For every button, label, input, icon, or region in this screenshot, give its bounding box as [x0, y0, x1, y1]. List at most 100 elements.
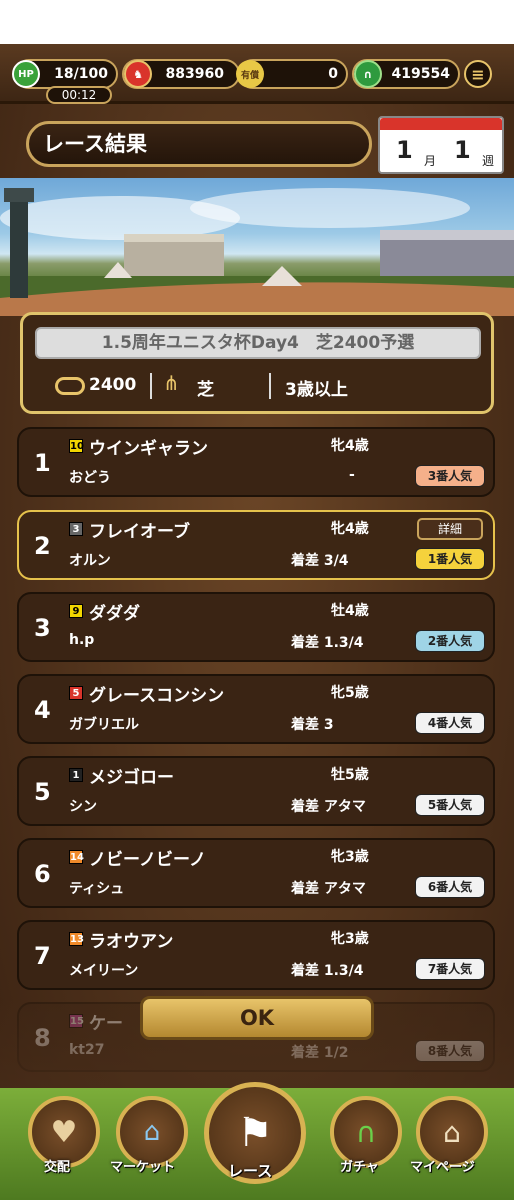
gate-number: 3 [69, 522, 83, 536]
horseshoe-coin-icon: ∩ [354, 60, 382, 88]
hp-icon[interactable]: HP [12, 60, 40, 88]
sex-age: 牝3歳 [331, 931, 369, 947]
calendar-week-unit: 週 [482, 154, 495, 168]
bottom-nav: ♥ 交配 ⌂ マーケット ⚑ レース ∩ ガチャ ⌂ マイページ [0, 1082, 514, 1200]
home-icon: ⌂ [443, 1115, 461, 1149]
rank: 1 [34, 449, 51, 477]
popularity-badge: 5番人気 [415, 794, 485, 816]
horse-name: フレイオーブ [89, 522, 190, 542]
owner-name: メイリーン [69, 963, 139, 979]
coin-value: 419554 [391, 66, 450, 82]
finish-margin: 着差 1.3/4 [291, 963, 364, 979]
finish-margin: 着差 アタマ [291, 799, 366, 815]
horse-name: グレースコンシン [89, 686, 225, 706]
gate-number: 13 [69, 932, 84, 946]
timer-value: 00:12 [61, 88, 97, 102]
owner-name: オルン [69, 553, 111, 569]
calendar-month-unit: 月 [424, 154, 437, 168]
hp-label: HP [18, 68, 34, 80]
track-distance-icon [55, 377, 85, 395]
gate-number: 9 [69, 604, 83, 618]
calendar-month: 1 [396, 136, 413, 164]
divider [150, 373, 152, 399]
popularity-badge: 3番人気 [415, 465, 485, 487]
race-surface: 芝 [197, 380, 214, 400]
market-icon: ⌂ [143, 1117, 161, 1147]
nav-breeding-label: 交配 [44, 1160, 71, 1175]
result-row[interactable]: 4 5 グレースコンシンガブリエル 牝5歳着差 3 4番人気 [17, 674, 495, 744]
nav-market-label: マーケット [110, 1160, 176, 1175]
finish-margin: 着差 3/4 [291, 553, 349, 569]
divider [269, 373, 271, 399]
nav-race-label: レース [228, 1162, 273, 1180]
finish-margin: 着差 1.3/4 [291, 635, 364, 651]
stamina-value: 18/100 [54, 66, 108, 82]
owner-name: h.p [69, 632, 95, 648]
owner-name: おどう [69, 470, 111, 486]
horse-name: ノビーノビーノ [89, 850, 206, 870]
horse-name: ウインギャラン [89, 439, 208, 459]
paid-ticket-icon: 有償 [236, 60, 264, 88]
rank: 4 [34, 696, 51, 724]
sex-age: 牝4歳 [331, 521, 369, 537]
rank: 3 [34, 614, 51, 642]
gacha-icon: ∩ [355, 1115, 377, 1149]
horse-name: メジゴロー [89, 768, 174, 788]
owner-name: ティシュ [69, 881, 125, 897]
racecourse-image [0, 178, 514, 316]
sex-age: 牝3歳 [331, 849, 369, 865]
result-row[interactable]: 1 10 ウインギャランおどう 牝4歳 - 3番人気 [17, 427, 495, 497]
turf-icon: ⋔ [163, 371, 180, 395]
finish-margin: 着差 アタマ [291, 881, 366, 897]
gate-number: 10 [69, 439, 84, 453]
ok-label: OK [239, 1006, 275, 1030]
calendar: 1 月 1 週 [378, 116, 504, 174]
result-row[interactable]: 2 3 フレイオーブオルン 牝4歳着差 3/4 1番人気 詳細 [17, 510, 495, 580]
ticket-value: 0 [328, 66, 338, 82]
gate-number: 1 [69, 768, 83, 782]
nav-mypage-label: マイページ [410, 1160, 475, 1175]
popularity-badge: 2番人気 [415, 630, 485, 652]
horse-name: ラオウアン [89, 932, 174, 952]
rank: 6 [34, 860, 51, 888]
popularity-badge: 6番人気 [415, 876, 485, 898]
rank: 2 [34, 532, 51, 560]
stamina-timer: 00:12 [46, 86, 112, 104]
sex-age: 牝5歳 [331, 685, 369, 701]
result-row[interactable]: 7 13 ラオウアンメイリーン 牝3歳着差 1.3/4 7番人気 [17, 920, 495, 990]
race-distance: 2400 [89, 375, 137, 395]
ok-button[interactable]: OK [140, 996, 374, 1040]
calendar-week: 1 [454, 136, 471, 164]
gold-coin-icon: ♞ [124, 60, 152, 88]
result-row[interactable]: 6 14 ノビーノビーノティシュ 牝3歳着差 アタマ 6番人気 [17, 838, 495, 908]
detail-button[interactable]: 詳細 [417, 518, 483, 540]
calendar-header [380, 118, 502, 130]
owner-name: ガブリエル [69, 717, 139, 733]
race-info-panel: 1.5周年ユニスタ杯Day4 芝2400予選 2400 ⋔ 芝 3歳以上 [20, 312, 494, 414]
rank: 7 [34, 942, 51, 970]
gate-number: 14 [69, 850, 84, 864]
race-flag-icon: ⚑ [237, 1110, 273, 1156]
page-title: レース結果 [26, 121, 372, 167]
gold-value: 883960 [165, 66, 224, 82]
popularity-badge: 1番人気 [415, 548, 485, 570]
owner-name: シン [69, 799, 97, 815]
rank: 5 [34, 778, 51, 806]
sex-age: 牡4歳 [331, 603, 369, 619]
result-row[interactable]: 3 9 ダダダ h.p 牡4歳着差 1.3/4 2番人気 [17, 592, 495, 662]
popularity-badge: 7番人気 [415, 958, 485, 980]
gate-number: 5 [69, 686, 83, 700]
sex-age: 牡5歳 [331, 767, 369, 783]
horse-name: ダダダ [89, 604, 140, 624]
race-condition: 3歳以上 [285, 380, 348, 400]
finish-margin: - [349, 467, 355, 483]
breeding-icon: ♥ [50, 1114, 78, 1150]
page-title-text: レース結果 [43, 132, 147, 156]
ticket-label: 有償 [240, 70, 259, 81]
finish-margin: 着差 3 [291, 717, 334, 733]
popularity-badge: 4番人気 [415, 712, 485, 734]
race-name: 1.5周年ユニスタ杯Day4 芝2400予選 [35, 327, 481, 359]
sex-age: 牝4歳 [331, 438, 369, 454]
menu-icon[interactable]: ≡ [464, 60, 492, 88]
result-row[interactable]: 5 1 メジゴローシン 牡5歳着差 アタマ 5番人気 [17, 756, 495, 826]
